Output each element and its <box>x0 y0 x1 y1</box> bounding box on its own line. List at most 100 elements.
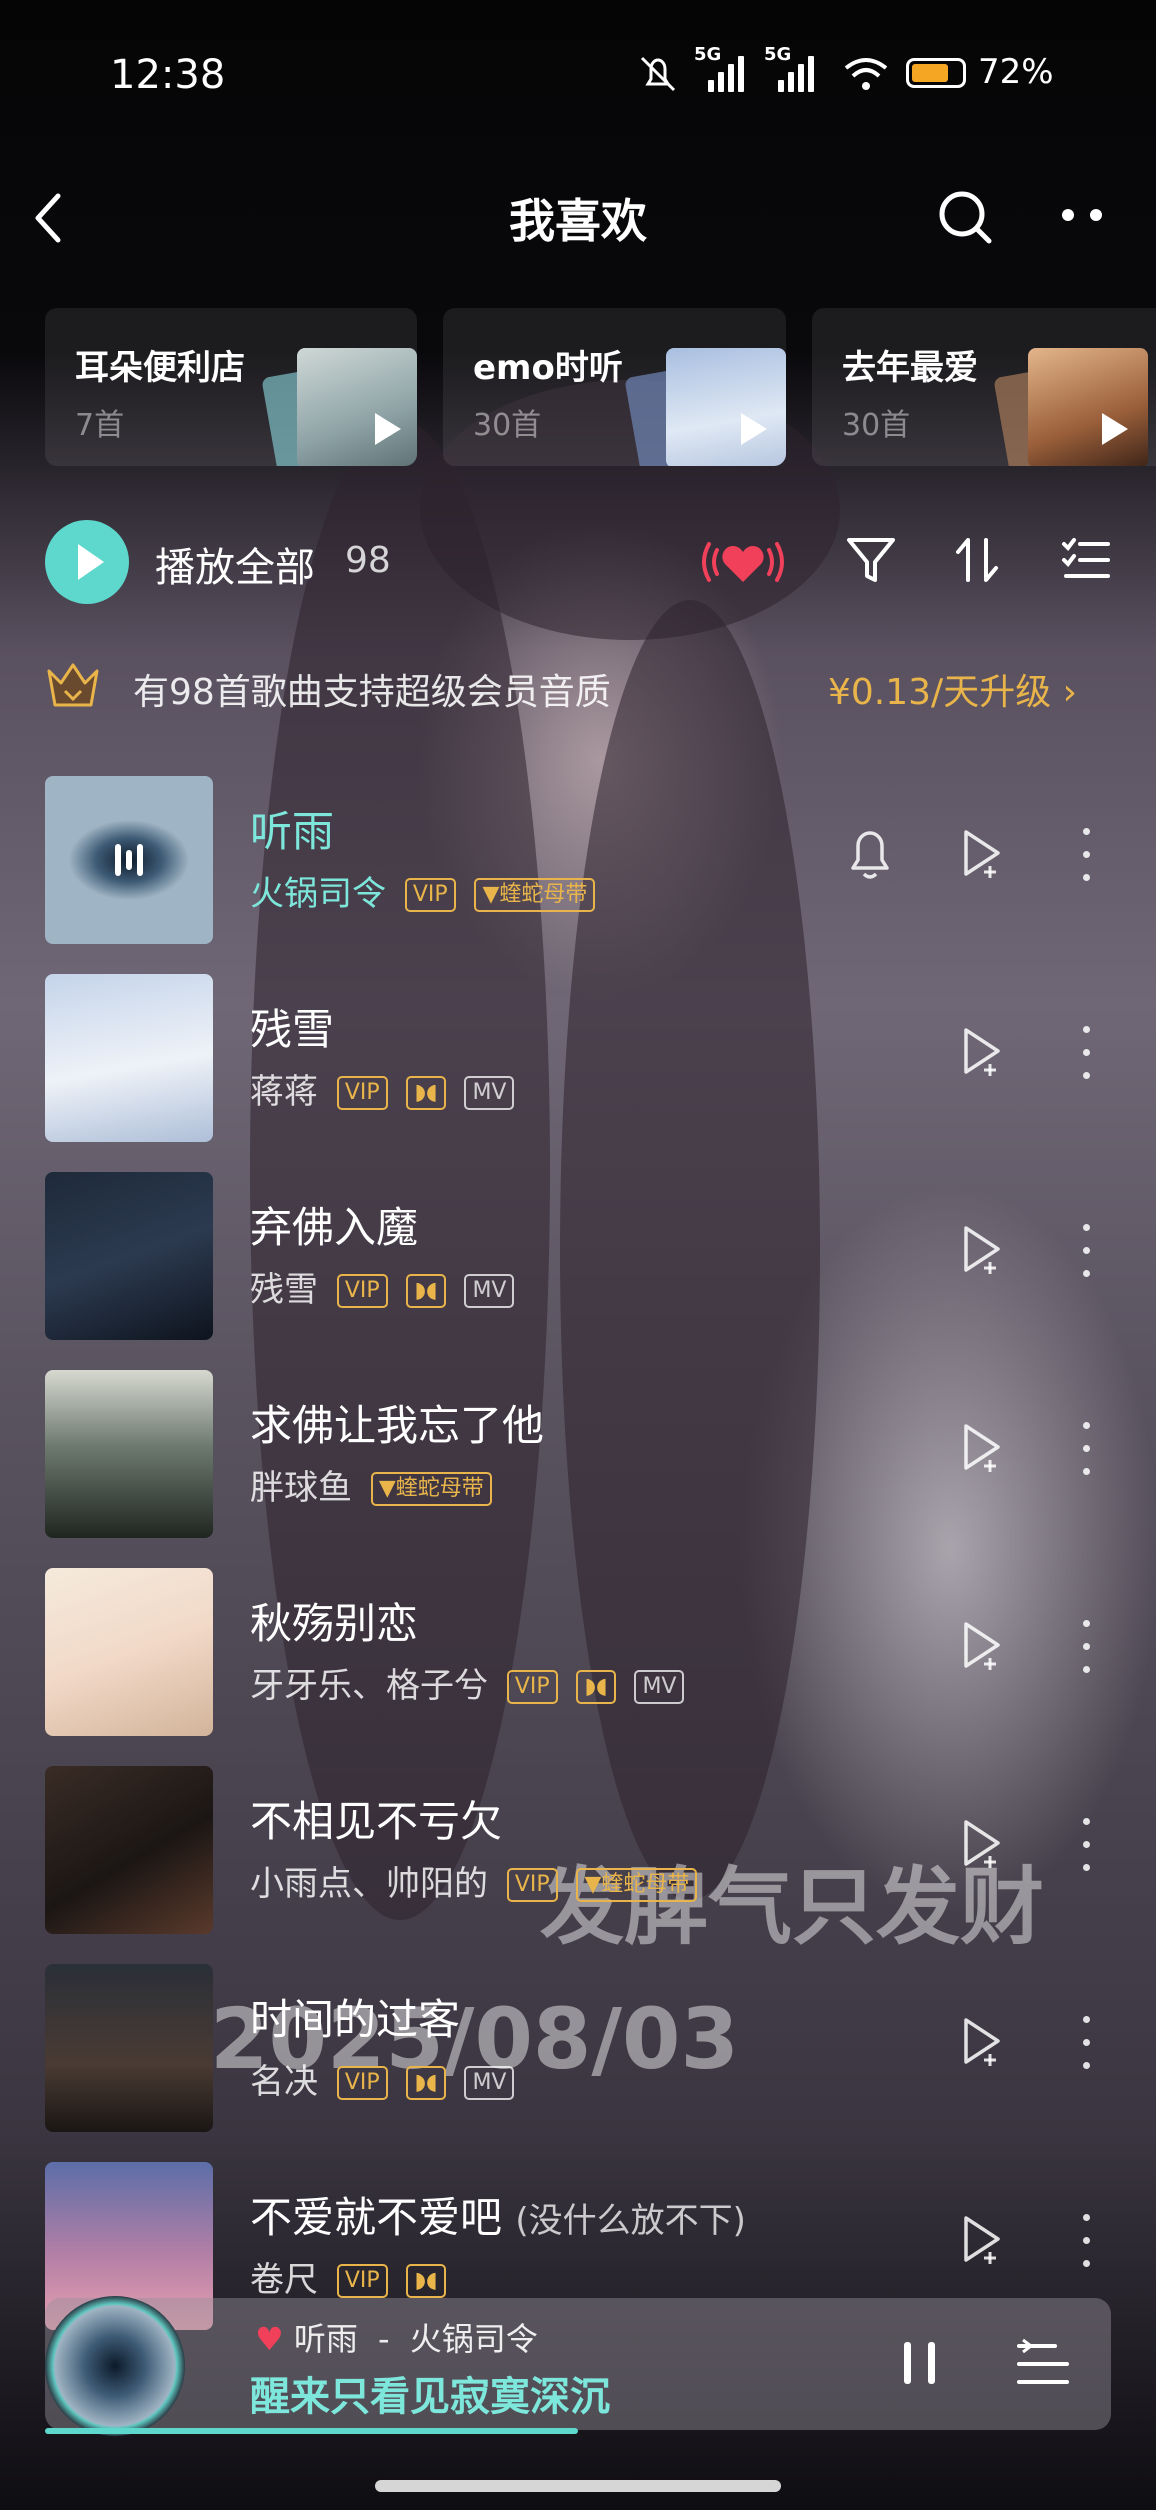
dolby-tag: ◗◖ <box>406 1076 446 1110</box>
heart-radar-icon[interactable] <box>695 532 791 592</box>
song-more-icon[interactable] <box>1078 1818 1094 1878</box>
playlist-card-3[interactable]: 去年最爱 30首 <box>812 308 1156 466</box>
song-cover <box>45 1766 213 1934</box>
now-playing-artist: 火锅司令 <box>409 2320 538 2358</box>
playlist-cover <box>297 348 417 466</box>
song-artist: 小雨点、帅阳的 <box>250 1864 488 1904</box>
playing-indicator-icon <box>115 844 143 876</box>
play-icon[interactable] <box>375 413 401 445</box>
song-title: 残雪 <box>250 1005 335 1054</box>
playlist-name: 耳朵便利店 <box>75 348 245 388</box>
more-options-icon[interactable] <box>1058 205 1108 225</box>
upgrade-link[interactable]: ¥0.13/天升级 › <box>828 663 1077 715</box>
song-title: 秋殇别恋 <box>250 1599 419 1648</box>
song-more-icon[interactable] <box>1078 1224 1094 1284</box>
search-icon[interactable] <box>935 187 995 247</box>
wifi-icon <box>844 58 888 90</box>
play-next-icon[interactable] <box>960 1818 1004 1868</box>
status-icons: 5G 5G 72% <box>636 44 1056 96</box>
multi-select-list-icon[interactable] <box>1058 532 1114 588</box>
now-playing-separator: - <box>378 2320 390 2358</box>
master-quality-tag: ▼蝰蛇母带 <box>370 1472 492 1506</box>
play-icon[interactable] <box>1102 413 1128 445</box>
song-row[interactable]: 求佛让我忘了他 胖球鱼 ▼蝰蛇母带 <box>0 1370 1156 1540</box>
play-next-icon[interactable] <box>960 1422 1004 1472</box>
play-icon[interactable] <box>741 413 767 445</box>
crown-icon <box>47 663 99 707</box>
playlist-cover <box>666 348 786 466</box>
song-count: 98 <box>345 540 391 581</box>
song-subtitle: (没什么放不下) <box>515 2201 746 2241</box>
playlist-count: 7首 <box>75 408 125 443</box>
pause-icon[interactable] <box>900 2338 940 2388</box>
song-cover <box>45 974 213 1142</box>
dolby-tag: ◗◖ <box>406 2264 446 2298</box>
song-cover <box>45 1172 213 1340</box>
song-title: 时间的过客 <box>250 1995 461 2044</box>
vip-tag: VIP <box>506 1868 558 1902</box>
song-cover <box>45 1568 213 1736</box>
vip-tag: VIP <box>336 1274 388 1308</box>
song-row[interactable]: 听雨 火锅司令 VIP ▼蝰蛇母带 <box>0 776 1156 946</box>
vip-quality-banner[interactable]: 有98首歌曲支持超级会员音质 ¥0.13/天升级 › <box>0 655 1156 725</box>
song-row[interactable]: 秋殇别恋 牙牙乐、格子兮 VIP ◗◖ MV <box>0 1568 1156 1738</box>
song-artist-line: 火锅司令 VIP ▼蝰蛇母带 <box>250 866 596 915</box>
song-artist: 残雪 <box>250 1270 318 1310</box>
mini-player-cover[interactable] <box>45 2296 185 2436</box>
song-artist: 名决 <box>250 2062 318 2102</box>
playlist-name: emo时听 <box>473 348 623 388</box>
now-playing-lyric: 醒来只看见寂寞深沉 <box>250 2374 610 2420</box>
song-row[interactable]: 残雪 蒋蒋 VIP ◗◖ MV <box>0 974 1156 1144</box>
song-more-icon[interactable] <box>1078 2016 1094 2076</box>
song-artist-line: 小雨点、帅阳的 VIP ▼蝰蛇母带 <box>250 1856 698 1905</box>
song-artist-line: 名决 VIP ◗◖ MV <box>250 2054 515 2103</box>
signal-icon-2 <box>778 56 818 92</box>
play-next-icon[interactable] <box>960 1026 1004 1076</box>
dolby-tag: ◗◖ <box>406 2066 446 2100</box>
song-artist: 火锅司令 <box>250 874 386 914</box>
header: 我喜欢 <box>0 165 1156 265</box>
heart-icon[interactable]: ♥ <box>255 2320 284 2358</box>
dolby-tag: ◗◖ <box>576 1670 616 1704</box>
playlist-card-1[interactable]: 耳朵便利店 7首 <box>45 308 417 466</box>
mute-icon <box>640 56 676 92</box>
song-more-icon[interactable] <box>1078 1422 1094 1482</box>
filter-icon[interactable] <box>843 532 899 588</box>
song-cover <box>45 776 213 944</box>
mv-tag: MV <box>464 1274 515 1308</box>
song-title: 弃佛入魔 <box>250 1203 419 1252</box>
song-artist: 蒋蒋 <box>250 1072 318 1112</box>
bell-icon[interactable] <box>845 824 895 884</box>
song-row[interactable]: 不相见不亏欠 小雨点、帅阳的 VIP ▼蝰蛇母带 <box>0 1766 1156 1936</box>
song-more-icon[interactable] <box>1078 1620 1094 1680</box>
song-artist-line: 蒋蒋 VIP ◗◖ MV <box>250 1064 515 1113</box>
song-artist-line: 残雪 VIP ◗◖ MV <box>250 1262 515 1311</box>
playlist-queue-icon[interactable] <box>1015 2336 1071 2392</box>
song-cover <box>45 1964 213 2132</box>
now-playing-info: ♥ 听雨 - 火锅司令 <box>255 2314 538 2360</box>
play-all-row: 播放全部 98 <box>0 520 1156 604</box>
home-indicator[interactable] <box>375 2480 781 2492</box>
playback-progress-bar[interactable] <box>45 2428 578 2434</box>
song-row[interactable]: 弃佛入魔 残雪 VIP ◗◖ MV <box>0 1172 1156 1342</box>
mv-tag: MV <box>464 1076 515 1110</box>
song-more-icon[interactable] <box>1078 1026 1094 1086</box>
song-more-icon[interactable] <box>1078 828 1094 888</box>
song-cover <box>45 1370 213 1538</box>
play-next-icon[interactable] <box>960 2016 1004 2066</box>
play-next-icon[interactable] <box>960 1224 1004 1274</box>
playlist-card-2[interactable]: emo时听 30首 <box>443 308 786 466</box>
song-artist-line: 胖球鱼 ▼蝰蛇母带 <box>250 1460 492 1509</box>
play-next-icon[interactable] <box>960 1620 1004 1670</box>
song-more-icon[interactable] <box>1078 2214 1094 2274</box>
play-all-button[interactable] <box>45 520 129 604</box>
play-next-icon[interactable] <box>960 2214 1004 2264</box>
mini-player[interactable]: ♥ 听雨 - 火锅司令 醒来只看见寂寞深沉 <box>45 2296 1111 2436</box>
status-bar: 12:38 5G 5G 72% <box>0 0 1156 150</box>
song-row[interactable]: 时间的过客 名决 VIP ◗◖ MV <box>0 1964 1156 2134</box>
battery-percent: 72% <box>978 52 1054 92</box>
play-all-label[interactable]: 播放全部 <box>155 535 315 593</box>
master-quality-tag: ▼蝰蛇母带 <box>474 878 596 912</box>
play-next-icon[interactable] <box>960 828 1004 878</box>
sort-icon[interactable] <box>950 532 1006 588</box>
